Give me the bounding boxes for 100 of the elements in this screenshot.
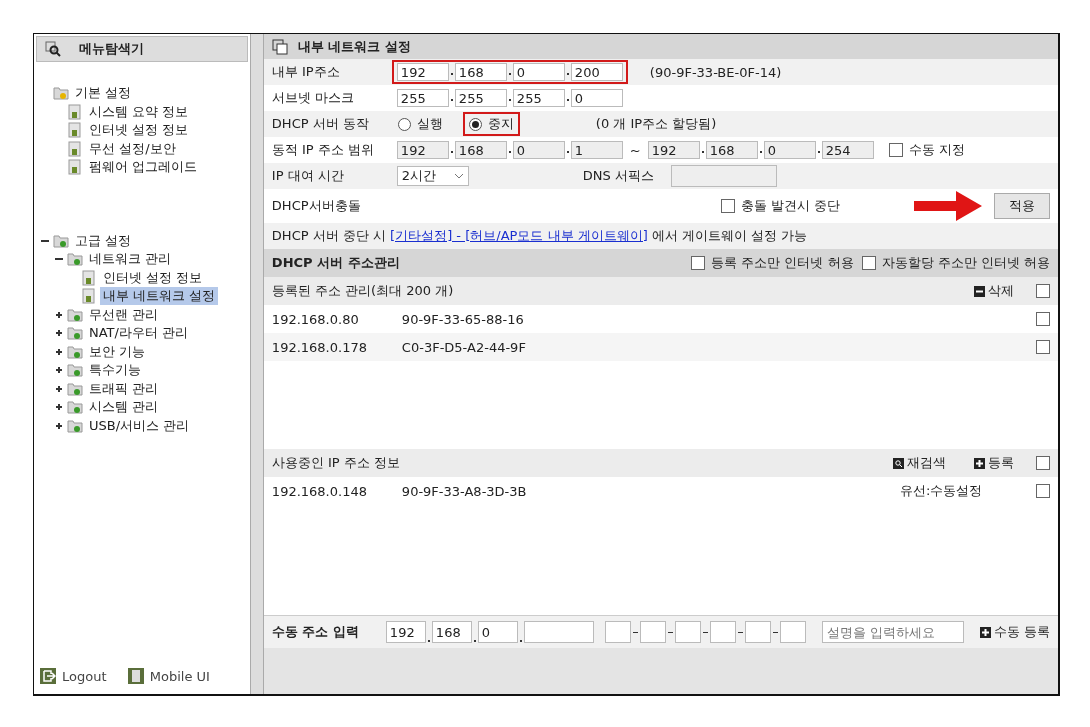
field-label: DHCP서버충돌 <box>271 197 362 215</box>
octet-field[interactable] <box>523 621 594 643</box>
tree-item[interactable]: 무선랜 관리 <box>86 305 162 324</box>
page-icon <box>81 269 97 286</box>
apply-button[interactable]: 적용 <box>994 193 1050 219</box>
octet-field[interactable]: 0 <box>570 89 623 107</box>
expand-icon[interactable] <box>54 365 64 376</box>
field-label: 서브넷 마스크 <box>271 89 355 107</box>
octet-field[interactable]: 255 <box>512 89 565 107</box>
octet-field[interactable]: 0 <box>512 141 565 159</box>
octet-field[interactable]: 0 <box>512 63 565 81</box>
footer-link[interactable]: Logout <box>40 668 107 684</box>
tree-item[interactable]: 기본 설정 <box>72 84 135 103</box>
mac-octet-field[interactable] <box>709 621 736 643</box>
checkbox[interactable] <box>691 256 706 270</box>
dns-field[interactable] <box>670 165 777 187</box>
mac-octet-field[interactable] <box>744 621 771 643</box>
checkbox[interactable] <box>1036 484 1050 498</box>
octet-field[interactable]: 192 <box>385 621 426 643</box>
checkbox[interactable] <box>1036 340 1050 354</box>
mac-octet-field[interactable] <box>674 621 701 643</box>
radio-option[interactable]: 실행 <box>393 114 447 134</box>
footer-link[interactable]: Mobile UI <box>127 668 210 684</box>
mac-octet-field[interactable] <box>779 621 806 643</box>
tree-item[interactable]: USB/서비스 관리 <box>86 416 193 435</box>
checkbox-label: 충돌 발견시 중단 <box>740 197 840 215</box>
checkbox[interactable] <box>720 199 735 213</box>
octet-field[interactable]: 168 <box>705 141 758 159</box>
mac-address: (90-9F-33-BE-0F-14) <box>649 64 782 80</box>
octet-field[interactable]: 255 <box>396 89 449 107</box>
folder-icon <box>67 251 83 268</box>
octet-field[interactable]: 192 <box>396 63 449 81</box>
octet-field[interactable]: 0 <box>477 621 518 643</box>
octet-field[interactable]: 0 <box>763 141 816 159</box>
octet-field[interactable]: 168 <box>454 63 507 81</box>
mac-octet-field[interactable] <box>604 621 631 643</box>
tree-item[interactable]: 인터넷 설정 정보 <box>100 268 206 287</box>
expand-icon[interactable] <box>54 328 64 339</box>
panel-title: 메뉴탐색기 <box>79 40 144 58</box>
checkbox[interactable] <box>1036 284 1050 298</box>
search-icon <box>45 41 61 57</box>
tree-item[interactable]: 펌웨어 업그레이드 <box>86 158 201 177</box>
plus-icon <box>974 457 985 469</box>
field-label: IP 대여 시간 <box>271 167 345 185</box>
octet-field[interactable]: 200 <box>570 63 623 81</box>
field-label: 동적 IP 주소 범위 <box>271 141 375 159</box>
description-field[interactable]: 설명을 입력하세요 <box>821 621 964 643</box>
range-separator: ~ <box>629 142 641 158</box>
expand-icon[interactable] <box>54 346 64 357</box>
folder-icon <box>67 399 83 416</box>
octet-field[interactable]: 255 <box>454 89 507 107</box>
gateway-note: DHCP 서버 중단 시 [기타설정] - [허브/AP모드 내부 게이트웨이] 에서 게이트웨이 설정 가능 <box>271 227 808 245</box>
octet-field[interactable]: 168 <box>431 621 472 643</box>
panel-title: 내부 네트워크 설정 <box>297 37 411 56</box>
tree-item[interactable]: 트래픽 관리 <box>86 379 162 398</box>
lease-dropdown[interactable]: 2시간 <box>396 166 469 186</box>
octet-field[interactable]: 254 <box>821 141 874 159</box>
manual-register-button[interactable]: 수동 등록 <box>979 623 1050 641</box>
tree-item[interactable]: 고급 설정 <box>72 231 135 250</box>
tree-item[interactable]: 시스템 요약 정보 <box>86 102 192 121</box>
folder-icon <box>67 343 83 360</box>
section-title: 등록된 주소 관리(최대 200 개) <box>271 282 454 300</box>
settings-link[interactable]: [기타설정] - [허브/AP모드 내부 게이트웨이] <box>390 228 648 243</box>
expand-icon[interactable] <box>54 402 64 413</box>
octet-field[interactable]: 1 <box>570 141 623 159</box>
checkbox-label: 등록 주소만 인터넷 허용 <box>711 254 854 272</box>
tree-item[interactable]: 보안 기능 <box>86 342 149 361</box>
page-icon <box>81 288 97 305</box>
arrow-icon <box>914 191 982 221</box>
status-note: (0 개 IP주소 할당됨) <box>595 115 717 133</box>
mac-octet-field[interactable] <box>639 621 666 643</box>
expand-icon[interactable] <box>54 420 64 431</box>
octet-field[interactable]: 192 <box>396 141 449 159</box>
octet-field[interactable]: 168 <box>454 141 507 159</box>
checkbox[interactable] <box>1036 456 1050 470</box>
checkbox[interactable] <box>1036 312 1050 326</box>
page-icon <box>67 122 83 139</box>
expand-icon[interactable] <box>54 383 64 394</box>
chevron-icon <box>453 173 464 179</box>
ip-cell-text: 192.168.0.178 <box>271 339 368 355</box>
checkbox[interactable] <box>861 256 876 270</box>
expand-icon[interactable] <box>54 309 64 320</box>
tree-item[interactable]: 네트워크 관리 <box>86 250 175 269</box>
tree-item[interactable]: 인터넷 설정 정보 <box>86 121 192 140</box>
radio-option[interactable]: 중지 <box>464 114 518 134</box>
tree-item[interactable]: 특수기능 <box>86 361 144 380</box>
rescan-button[interactable]: 재검색 <box>893 454 946 472</box>
delete-button[interactable]: 삭제 <box>974 282 1014 300</box>
tree-item[interactable]: 무선 설정/보안 <box>86 139 179 158</box>
page-icon <box>67 140 83 157</box>
octet-field[interactable]: 192 <box>647 141 700 159</box>
register-button[interactable]: 등록 <box>974 454 1014 472</box>
folder-icon <box>67 417 83 434</box>
folder-icon <box>67 362 83 379</box>
tree-item[interactable]: 내부 네트워크 설정 <box>100 287 219 306</box>
tree-item[interactable]: 시스템 관리 <box>86 398 162 417</box>
checkbox-label: 자동할당 주소만 인터넷 허용 <box>881 254 1050 272</box>
tree-item[interactable]: NAT/라우터 관리 <box>86 324 192 343</box>
phone-icon <box>127 668 144 684</box>
checkbox[interactable] <box>888 143 903 157</box>
